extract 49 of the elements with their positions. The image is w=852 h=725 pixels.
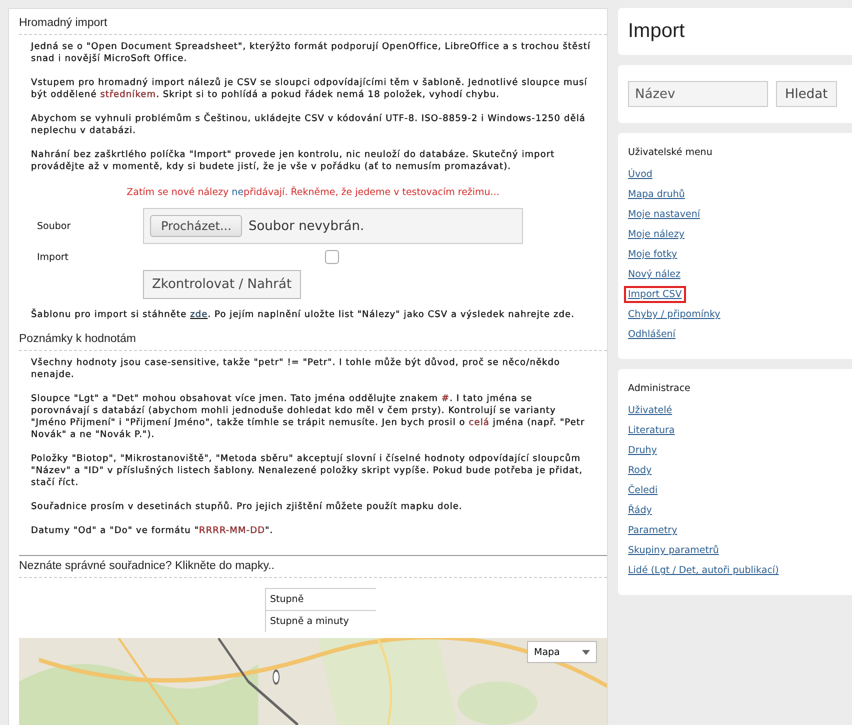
- paragraph: Souřadnice prosím v desetinách stupňů. Pro jejich zjištění můžete použít mapku dole.: [31, 501, 464, 513]
- map-type-select[interactable]: Mapa: [527, 641, 597, 663]
- format-option[interactable]: Stupně: [266, 588, 376, 610]
- warning-message: Zatím se nové nálezy nepřidávají. Řekněme, že jedeme v testovacím režimu...: [126, 187, 500, 198]
- file-status: Soubor nevybrán.: [248, 218, 364, 234]
- menu-link[interactable]: Uživatelé: [624, 402, 676, 419]
- format-option[interactable]: Stupně a minuty: [266, 610, 376, 632]
- menu-link[interactable]: Druhy: [624, 442, 661, 459]
- menu-link[interactable]: Úvod: [624, 166, 656, 183]
- menu-title: Uživatelské menu: [628, 147, 714, 158]
- paragraph: Všechny hodnoty jsou case-sensitive, takže "petr" != "Petr". I tohle může být důvod, proč se něco/někdo nenajde.: [31, 357, 562, 381]
- paragraph: Jedná se o "Open Document Spreadsheet", kterýžto formát podporují OpenOffice, LibreOffice a s trochou štěstí snad i novější MicroSoft Office.: [31, 41, 592, 65]
- menu-link[interactable]: Čeledi: [624, 482, 662, 499]
- menu-link[interactable]: Odhlášení: [624, 326, 680, 343]
- menu-link[interactable]: Moje nastavení: [624, 206, 704, 223]
- search-field[interactable]: Název: [628, 81, 768, 107]
- paragraph: Vstupem pro hromadný import nálezů je CSV se sloupci odpovídajícími těm v šabloně. Jednotlivé sloupce musí být oddělené středníkem. Skript si to pohlídá a pokud řádek nemá 18 položek, vyhodí chybu.: [31, 77, 588, 101]
- menu-title: Administrace: [628, 383, 692, 394]
- menu-link[interactable]: Řády: [624, 502, 656, 519]
- paragraph: Sloupce "Lgt" a "Det" mohou obsahovat více jmen. Tato jména oddělujte znakem #. I tato jména se porovnávají s databází (abychom mohli jednoduše dohledat kdo měl v čem prsty). Kontrolují se varianty "Jméno Přijmení" i "Přijmení Jméno", takže tímhle se trápit nemusíte. Jen bych prosil o celá jména (např. "Petr Novák" a ne "Novák P.").: [31, 393, 586, 441]
- menu-link[interactable]: Rody: [624, 462, 656, 479]
- section-title: Hromadný import: [19, 17, 607, 35]
- page-title: Import: [628, 20, 686, 43]
- menu-link[interactable]: Literatura: [624, 422, 679, 439]
- submit-button[interactable]: Zkontrolovat / Nahrát: [143, 270, 301, 299]
- menu-link[interactable]: Lidé (Lgt / Det, autoři publikací): [624, 562, 783, 579]
- file-input[interactable]: Procházet... Soubor nevybrán.: [143, 208, 523, 244]
- menu-link[interactable]: Parametry: [624, 522, 682, 539]
- section-title: Neznáte správné souřadnice? Klikněte do mapky..: [19, 560, 607, 578]
- paragraph: Datumy "Od" a "Do" ve formátu "RRRR-MM-DD".: [31, 525, 274, 537]
- menu-link[interactable]: Moje fotky: [624, 246, 682, 263]
- menu-link[interactable]: Nový nález: [624, 266, 684, 283]
- caret-icon: [582, 650, 590, 654]
- browse-button[interactable]: Procházet...: [150, 215, 242, 237]
- import-checkbox[interactable]: [325, 250, 339, 264]
- section-title: Poznámky k hodnotám: [19, 333, 607, 351]
- menu-link[interactable]: Import CSV: [624, 286, 686, 303]
- download-link[interactable]: zde: [190, 310, 208, 320]
- field-label: Import: [37, 252, 70, 262]
- paragraph: Nahrání bez zaškrtlého políčka "Import" provede jen kontrolu, nic neuloží do databáze. Skutečný import provádějte až v momentě, kdy si budete jistí, že je vše v pořádku (ať to nemusím promazávat).: [31, 149, 556, 173]
- search-button[interactable]: Hledat: [776, 81, 837, 107]
- paragraph: Abychom se vyhnuli problémům s Češtinou, ukládejte CSV v kódování UTF-8. ISO-8859-2 i Windows-1250 dělá neplechu v databázi.: [31, 113, 586, 137]
- menu-link[interactable]: Moje nálezy: [624, 226, 688, 243]
- menu-link[interactable]: Mapa druhů: [624, 186, 689, 203]
- paragraph: Položky "Biotop", "Mikrostanoviště", "Metoda sběru" akceptují slovní i číselné hodnoty odpovídající sloupcům "Název" a "ID" v příslušných listech šablony. Nenalezené položky skript vypíše. Pokud bude potřeba je přidat, stačí říct.: [31, 453, 584, 489]
- menu-link[interactable]: Skupiny parametrů: [624, 542, 723, 559]
- field-label: Soubor: [37, 220, 72, 232]
- template-note: Šablonu pro import si stáhněte zde. Po jejím naplnění uložte list "Nálezy" jako CSV a výsledek nahrejte zde.: [31, 309, 576, 321]
- menu-link[interactable]: Chyby / připomínky: [624, 306, 724, 323]
